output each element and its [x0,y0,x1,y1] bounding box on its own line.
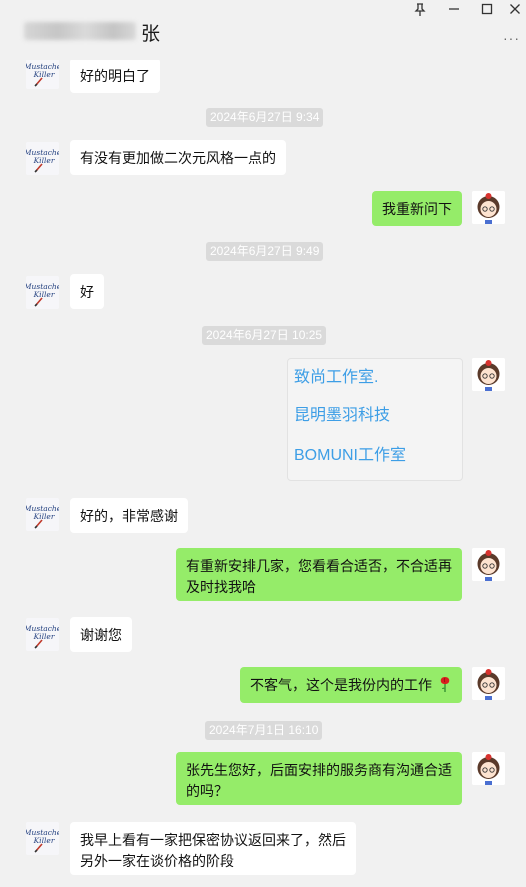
message-text: 张先生您好，后面安排的服务商有沟通合适的吗？ [186,762,452,799]
chat-message-area[interactable]: Mustache Killer 好的明白了 2024年6月27日 9:34 Mu… [0,60,526,887]
timestamp: 2024年6月27日 9:34 [206,108,324,127]
message-bubble-sent[interactable]: 张先生您好，后面安排的服务商有沟通合适的吗？ [176,752,462,805]
rose-icon [440,677,450,692]
mustache-killer-logo-icon: Mustache Killer [26,142,59,175]
svg-text:Killer: Killer [33,512,55,521]
message-bubble-received[interactable]: 有没有更加做二次元风格一点的 [70,140,286,175]
message-text: 好 [80,284,94,300]
self-avatar[interactable] [472,752,505,785]
message-card-sent[interactable]: 致尚工作室. 昆明墨羽科技 BOMUNI工作室 [287,358,463,481]
message-text: 有没有更加做二次元风格一点的 [80,150,276,166]
mustache-killer-logo-icon: Mustache Killer [26,276,59,309]
more-options-button[interactable]: ··· [503,30,520,46]
close-button[interactable] [505,3,525,18]
cartoon-girl-avatar-icon [472,191,505,224]
mustache-killer-logo-icon: Mustache Killer [26,618,59,651]
message-text: 我早上看有一家把保密协议返回来了，然后另外一家在谈价格的阶段 [80,832,346,869]
contact-avatar[interactable]: Mustache Killer [26,276,59,309]
maximize-button[interactable] [477,3,497,18]
contact-avatar[interactable]: Mustache Killer [26,822,59,855]
message-bubble-sent[interactable]: 我重新问下 [372,191,462,226]
cartoon-girl-avatar-icon [472,752,505,785]
card-line-link[interactable]: 致尚工作室. [294,367,378,388]
title-bar: 张 ··· [0,0,526,60]
message-bubble-received[interactable]: 我早上看有一家把保密协议返回来了，然后另外一家在谈价格的阶段 [70,822,356,875]
minimize-icon [449,8,459,10]
cartoon-girl-avatar-icon [472,358,505,391]
svg-text:Killer: Killer [33,836,55,845]
self-avatar[interactable] [472,191,505,224]
self-avatar[interactable] [472,548,505,581]
message-text: 我重新问下 [382,201,452,217]
svg-text:Killer: Killer [33,290,55,299]
self-avatar[interactable] [472,667,505,700]
message-text: 好的，非常感谢 [80,508,178,524]
mustache-killer-logo-icon: Mustache Killer [26,60,59,89]
message-text: 好的明白了 [80,68,150,84]
timestamp: 2024年7月1日 16:10 [205,721,323,740]
contact-avatar[interactable]: Mustache Killer [26,618,59,651]
message-bubble-received[interactable]: 好的明白了 [70,60,160,93]
svg-text:Killer: Killer [33,156,55,165]
mustache-killer-logo-icon: Mustache Killer [26,498,59,531]
chat-title: 张 [141,24,161,45]
message-bubble-sent[interactable]: 不客气，这个是我份内的工作 [240,667,462,703]
maximize-icon [481,3,493,15]
message-bubble-sent[interactable]: 有重新安排几家，您看看合适否，不合适再及时找我哈 [176,548,462,601]
card-line-link[interactable]: BOMUNI工作室 [294,445,406,466]
cartoon-girl-avatar-icon [472,548,505,581]
contact-avatar[interactable]: Mustache Killer [26,142,59,175]
message-bubble-received[interactable]: 好 [70,274,104,309]
self-avatar[interactable] [472,358,505,391]
message-bubble-received[interactable]: 谢谢您 [70,617,132,652]
message-text: 谢谢您 [80,627,122,643]
cartoon-girl-avatar-icon [472,667,505,700]
timestamp: 2024年6月27日 10:25 [202,326,327,345]
pin-icon [414,3,426,16]
timestamp: 2024年6月27日 9:49 [206,242,324,261]
svg-text:Killer: Killer [33,70,55,79]
message-bubble-received[interactable]: 好的，非常感谢 [70,498,188,533]
blurred-contact-name [24,22,136,40]
close-icon [510,4,520,14]
pin-button[interactable] [410,3,430,20]
svg-text:Killer: Killer [33,632,55,641]
message-text: 不客气，这个是我份内的工作 [250,677,432,693]
minimize-button[interactable] [444,3,464,18]
contact-avatar[interactable]: Mustache Killer [26,498,59,531]
message-text: 有重新安排几家，您看看合适否，不合适再及时找我哈 [186,558,452,595]
contact-avatar[interactable]: Mustache Killer [26,60,59,89]
mustache-killer-logo-icon: Mustache Killer [26,822,59,855]
card-line-link[interactable]: 昆明墨羽科技 [294,405,390,426]
